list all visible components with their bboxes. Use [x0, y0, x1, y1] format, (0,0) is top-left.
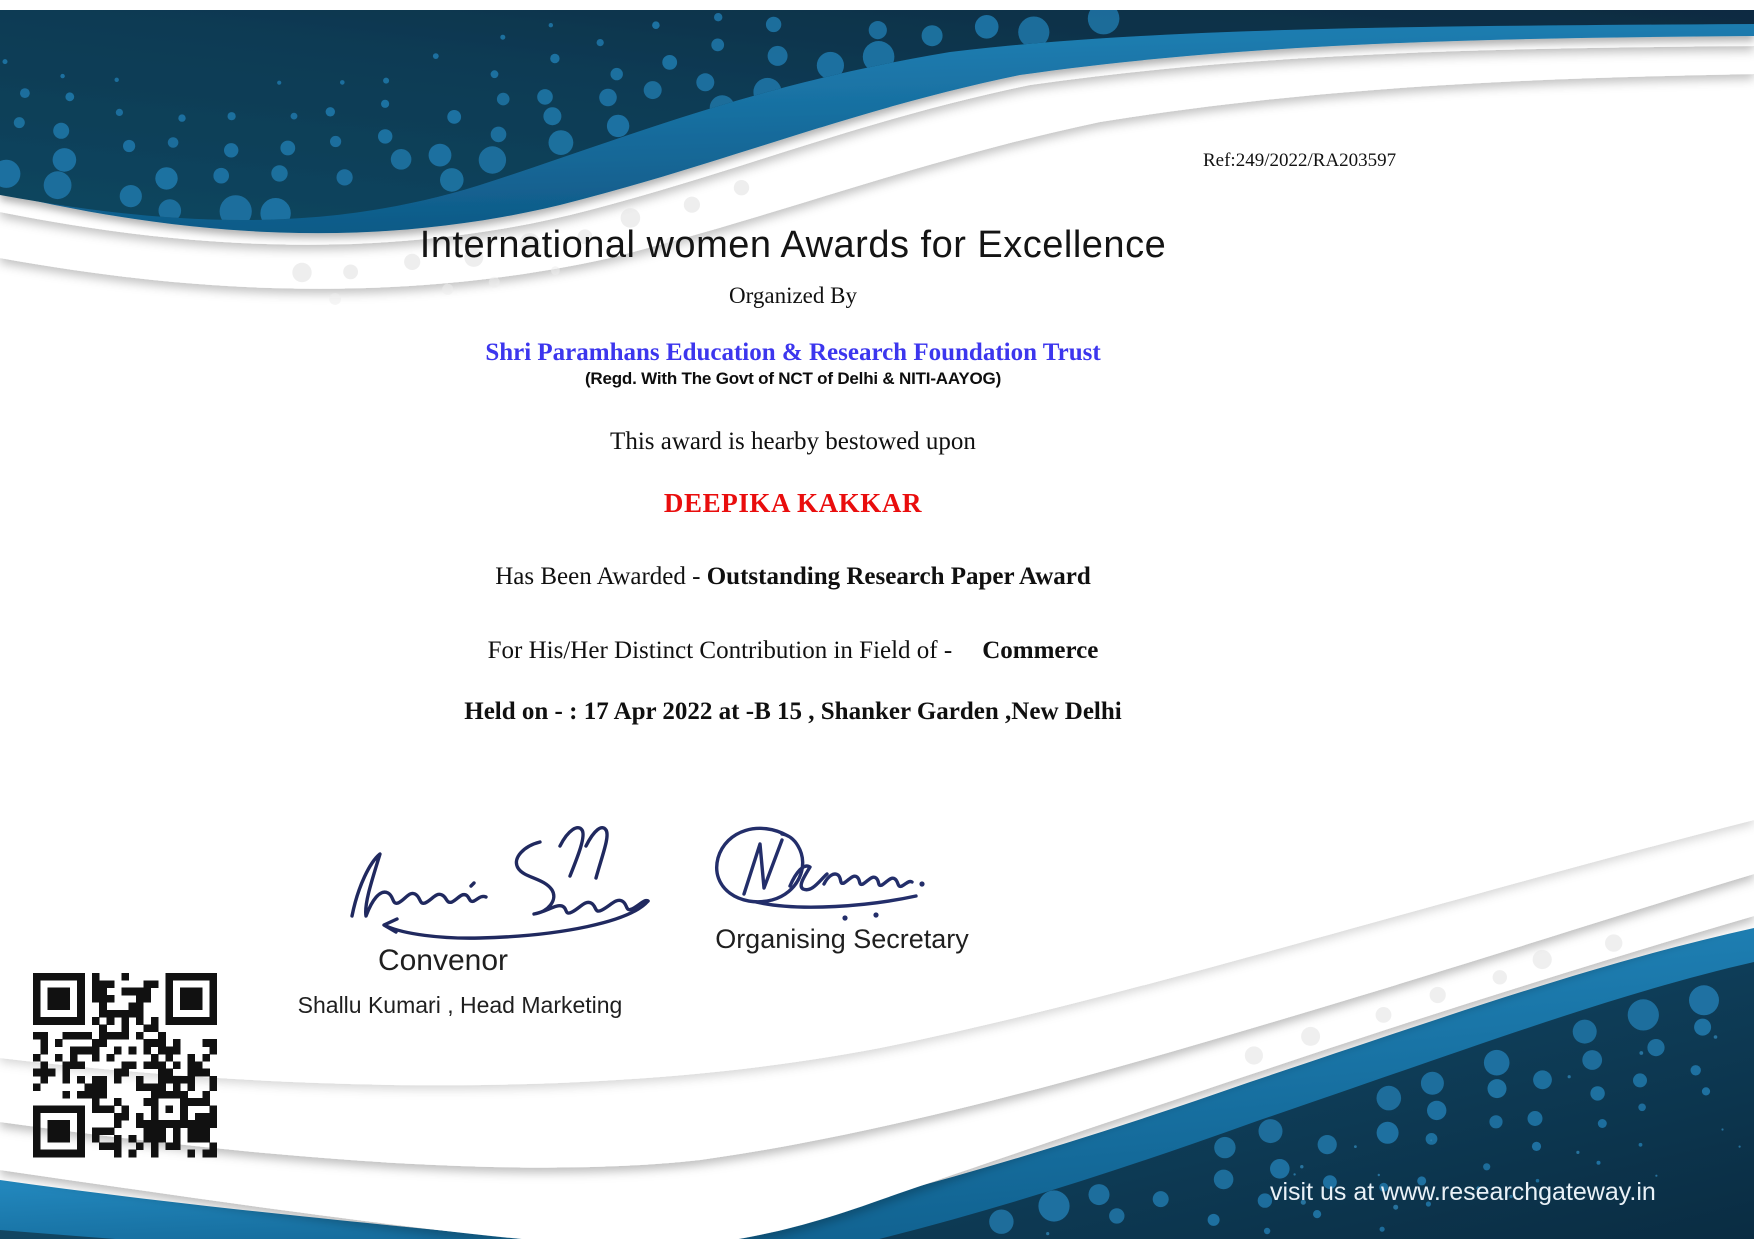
blue-wave-left [0, 1180, 660, 1239]
halftone-dots-top [0, 3, 1119, 229]
bestowed-line: This award is hearby bestowed upon [0, 428, 1586, 456]
secretary-title: Organising Secretary [715, 924, 969, 955]
convenor-title: Convenor [378, 944, 508, 978]
website-note: visit us at www.researchgateway.in [1270, 1178, 1656, 1207]
award-line: Has Been Awarded - Outstanding Research … [0, 563, 1586, 591]
event-line: Held on - : 17 Apr 2022 at -B 15 , Shank… [0, 698, 1586, 726]
qr-code [33, 972, 217, 1158]
dark-wave-left [0, 1230, 660, 1239]
bottom-wave-banner [0, 800, 1754, 1239]
secretary-signature-icon [717, 828, 925, 920]
organized-by-label: Organized By [0, 283, 1586, 309]
blue-wave-band [0, 0, 1754, 233]
qr-code-image [33, 972, 217, 1158]
white-ribbon-a [0, 0, 1754, 245]
signatures-overlay [0, 0, 1754, 1239]
recipient-name: DEEPIKA KAKKAR [0, 488, 1586, 519]
white-ribbon-c [0, 800, 1754, 1239]
top-margin [0, 0, 1754, 10]
dark-wave-mass [0, 0, 1754, 220]
certificate-page: { "certificate": { "ref": "Ref:249/2022/… [0, 0, 1754, 1239]
white-ribbon-d [0, 800, 1754, 1168]
field-value: Commerce [982, 637, 1098, 664]
certificate-title: International women Awards for Excellenc… [0, 224, 1586, 267]
halftone-dots-bottom-light [1245, 934, 1623, 1064]
convenor-name: Shallu Kumari , Head Marketing [298, 992, 623, 1019]
field-line: For His/Her Distinct Contribution in Fie… [0, 637, 1586, 665]
convenor-signature-icon [352, 828, 648, 938]
award-prefix: Has Been Awarded - [495, 563, 707, 590]
registration-note: (Regd. With The Govt of NCT of Delhi & N… [0, 369, 1586, 389]
reference-number: Ref:249/2022/RA203597 [1203, 150, 1623, 172]
organization-name: Shri Paramhans Education & Research Foun… [0, 339, 1586, 367]
field-prefix: For His/Her Distinct Contribution in Fie… [488, 637, 953, 664]
award-name: Outstanding Research Paper Award [707, 563, 1091, 590]
